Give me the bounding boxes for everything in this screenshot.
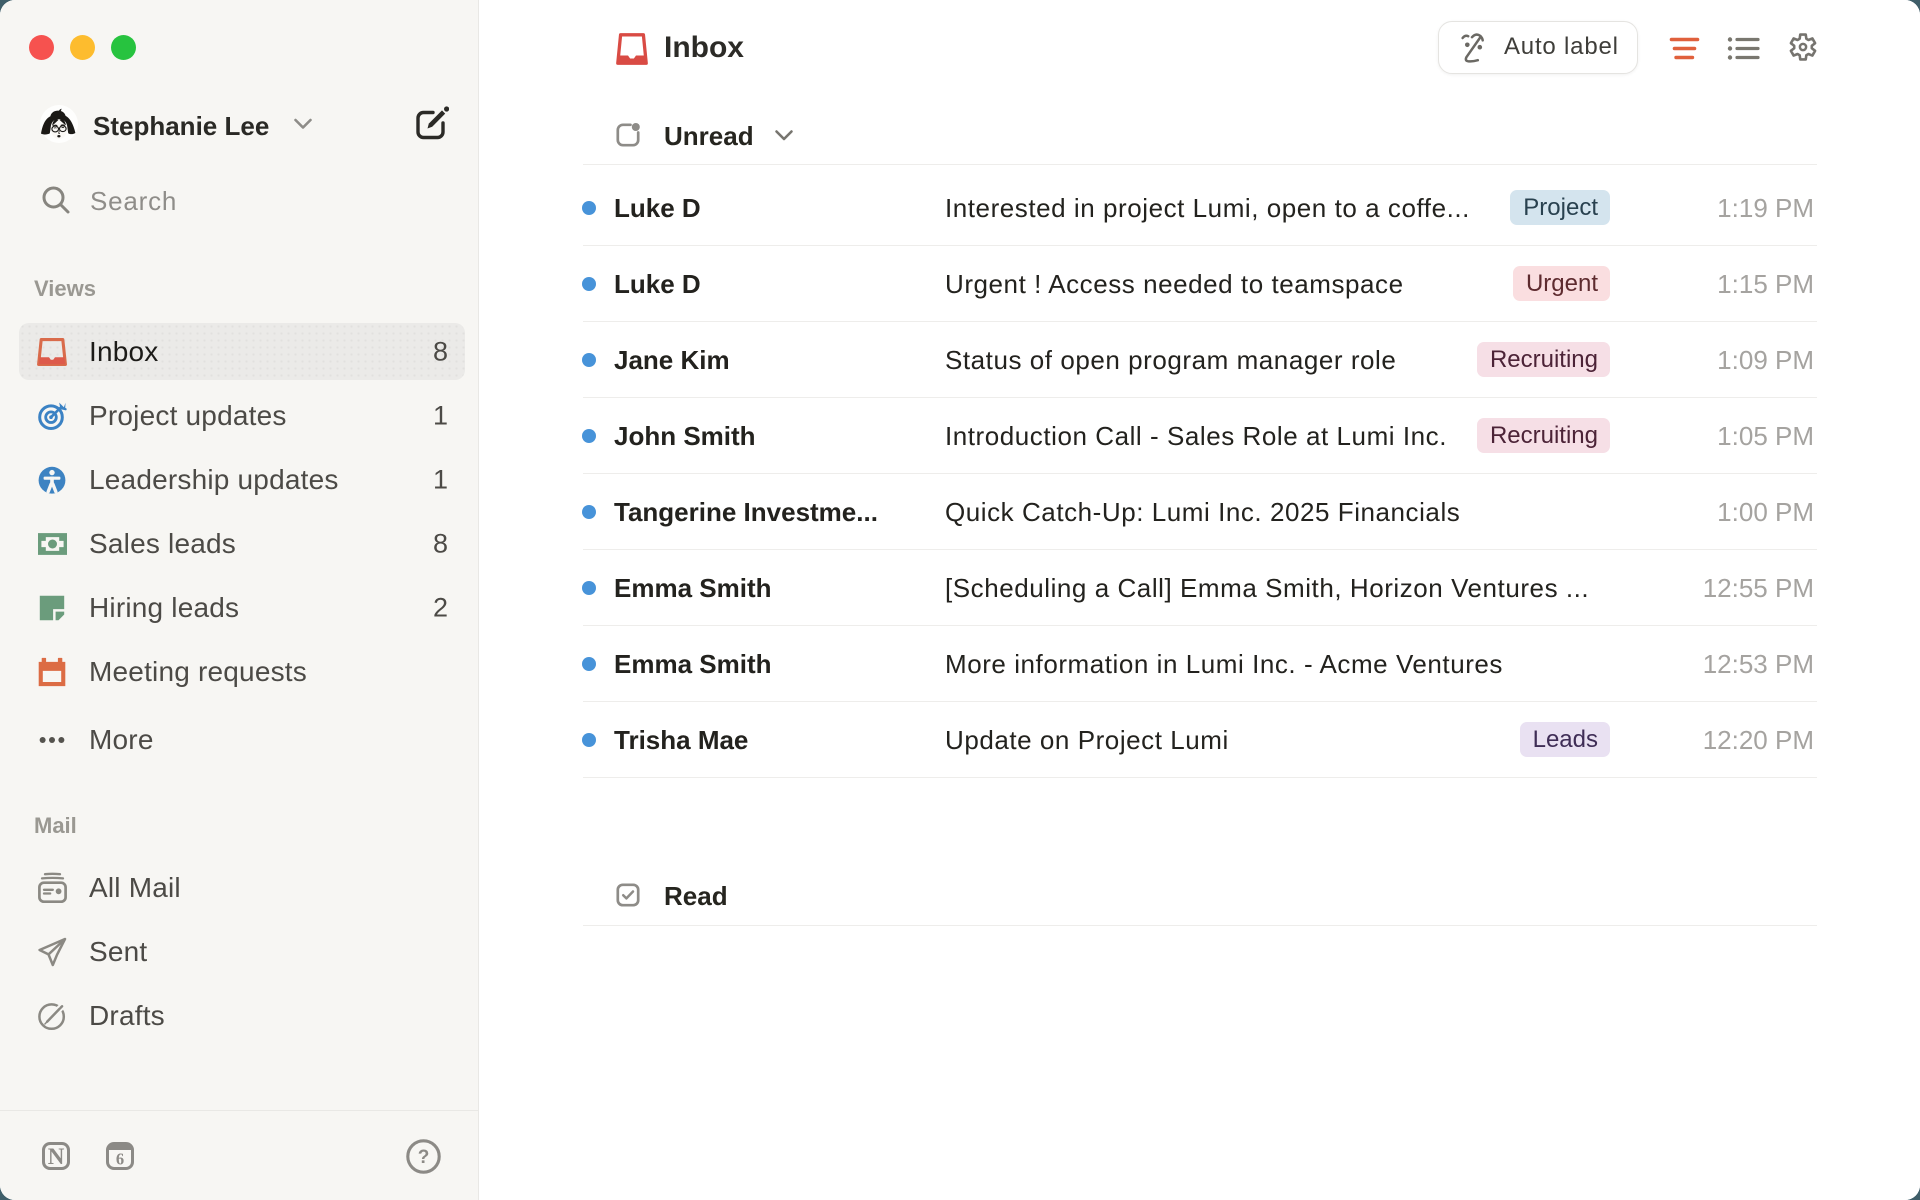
svg-text:?: ?	[418, 1147, 430, 1168]
svg-text:6: 6	[116, 1150, 124, 1169]
